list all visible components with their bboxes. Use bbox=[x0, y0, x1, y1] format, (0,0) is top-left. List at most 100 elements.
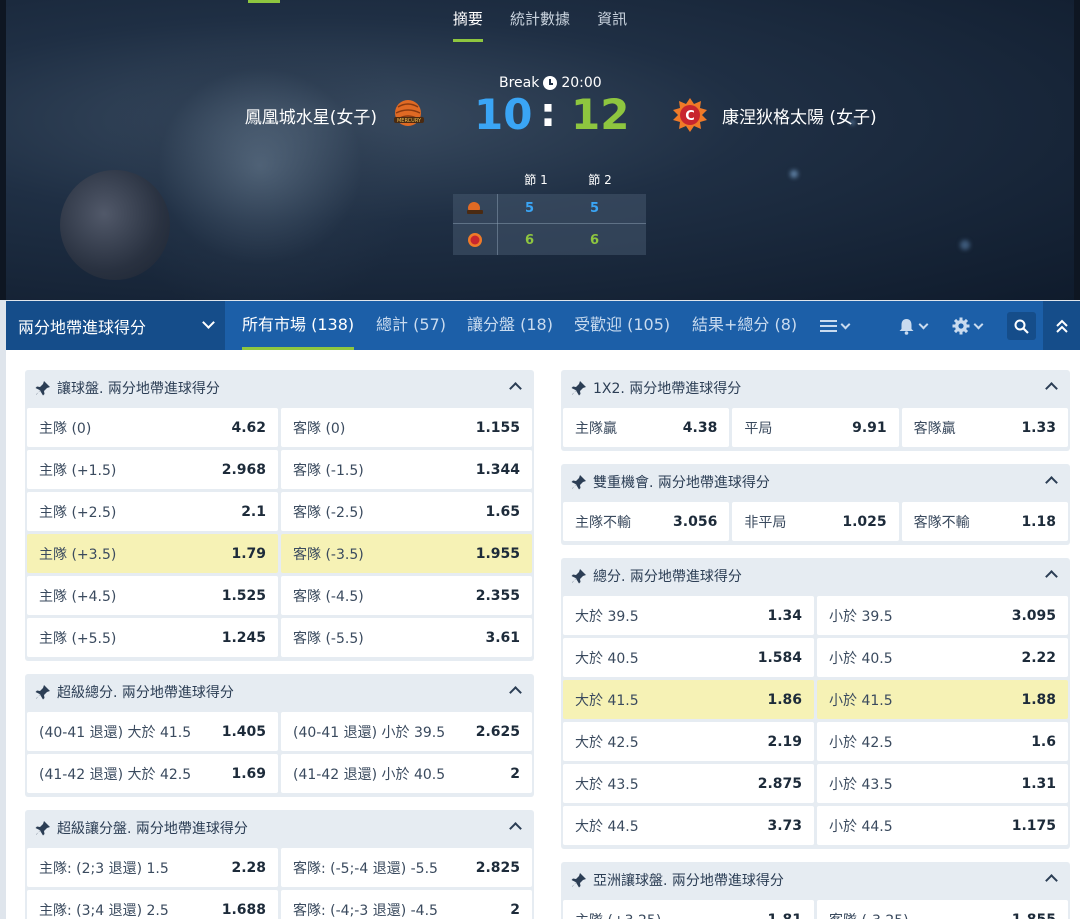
odds-value: 2.1 bbox=[241, 503, 266, 520]
odds-value: 1.855 bbox=[1012, 912, 1056, 919]
away-mini-logo-icon bbox=[468, 233, 482, 247]
collapse-button[interactable] bbox=[1043, 301, 1080, 350]
odds-button[interactable]: 非平局 1.025 bbox=[732, 502, 899, 541]
odds-button[interactable]: 客隊 (-4.5) 2.355 bbox=[281, 576, 532, 615]
pin-icon[interactable] bbox=[35, 820, 51, 836]
clock-icon bbox=[543, 76, 558, 90]
odds-button[interactable]: 客隊 (-2.5) 1.65 bbox=[281, 492, 532, 531]
odds-value: 2.625 bbox=[475, 723, 520, 740]
odds-button[interactable]: 主隊 (+5.5) 1.245 bbox=[27, 618, 278, 657]
odds-button[interactable]: 大於 42.5 2.19 bbox=[563, 722, 814, 761]
market-dropdown[interactable]: 兩分地帶進球得分 bbox=[6, 301, 225, 350]
odds-value: 2 bbox=[510, 901, 520, 918]
odds-button[interactable]: 客隊 (-3.25) 1.855 bbox=[817, 900, 1068, 919]
odds-button[interactable]: (41-42 退還) 大於 42.5 1.69 bbox=[27, 754, 278, 793]
tab-totals[interactable]: 總計 (57) bbox=[376, 301, 446, 350]
list-view-button[interactable] bbox=[820, 315, 851, 337]
pin-icon[interactable] bbox=[35, 684, 51, 700]
odds-button[interactable]: 客隊 (-1.5) 1.344 bbox=[281, 450, 532, 489]
market-panel-header[interactable]: 總分. 兩分地帶進球得分 bbox=[561, 558, 1070, 594]
odds-button[interactable]: 客隊 (-5.5) 3.61 bbox=[281, 618, 532, 657]
odds-button[interactable]: 大於 44.5 3.73 bbox=[563, 806, 814, 845]
pin-icon[interactable] bbox=[571, 380, 587, 396]
tab-all-markets[interactable]: 所有市場 (138) bbox=[242, 301, 355, 350]
odds-button[interactable]: (40-41 退還) 小於 39.5 2.625 bbox=[281, 712, 532, 751]
odds-button[interactable]: 小於 39.5 3.095 bbox=[817, 596, 1068, 635]
tab-statistics[interactable]: 統計數據 bbox=[510, 8, 570, 39]
quarter-1-header: 節 1 bbox=[524, 173, 548, 187]
pin-icon[interactable] bbox=[571, 872, 587, 888]
selection-label: 客隊 (-4.5) bbox=[293, 588, 364, 605]
settings-button[interactable] bbox=[952, 315, 984, 337]
odds-value: 1.18 bbox=[1021, 513, 1056, 530]
odds-button[interactable]: 主隊: (2;3 退還) 1.5 2.28 bbox=[27, 848, 278, 887]
odds-button[interactable]: 平局 9.91 bbox=[732, 408, 899, 447]
tab-info[interactable]: 資訊 bbox=[597, 8, 627, 39]
chevron-up-icon[interactable] bbox=[509, 382, 522, 395]
odds-button[interactable]: 客隊不輸 1.18 bbox=[901, 502, 1068, 541]
market-panel-header[interactable]: 超級總分. 兩分地帶進球得分 bbox=[25, 674, 534, 710]
odds-button[interactable]: 客隊贏 1.33 bbox=[901, 408, 1068, 447]
market-panel-header[interactable]: 超級讓分盤. 兩分地帶進球得分 bbox=[25, 810, 534, 846]
chevron-up-icon[interactable] bbox=[1045, 476, 1058, 489]
odds-button[interactable]: 客隊: (-5;-4 退還) -5.5 2.825 bbox=[281, 848, 532, 887]
odds-button[interactable]: 小於 40.5 2.22 bbox=[817, 638, 1068, 677]
market-panel-header[interactable]: 1X2. 兩分地帶進球得分 bbox=[561, 370, 1070, 406]
odds-button[interactable]: 小於 44.5 1.175 bbox=[817, 806, 1068, 845]
chevron-up-icon[interactable] bbox=[509, 686, 522, 699]
odds-button[interactable]: 大於 40.5 1.584 bbox=[563, 638, 814, 677]
odds-button[interactable]: 主隊不輸 3.056 bbox=[563, 502, 730, 541]
match-status: Break 20:00 bbox=[499, 75, 602, 91]
market-panel-header[interactable]: 讓球盤. 兩分地帶進球得分 bbox=[25, 370, 534, 406]
chevron-up-icon[interactable] bbox=[1045, 570, 1058, 583]
home-quarter-row: 5 5 bbox=[453, 194, 646, 224]
odds-button[interactable]: 主隊 (+3.5) 1.79 bbox=[27, 534, 278, 573]
odds-button[interactable]: 小於 41.5 1.88 bbox=[817, 680, 1068, 719]
odds-button[interactable]: 主隊: (3;4 退還) 2.5 1.688 bbox=[27, 890, 278, 919]
market-title: 讓球盤. 兩分地帶進球得分 bbox=[57, 381, 220, 397]
odds-button[interactable]: 主隊 (0) 4.62 bbox=[27, 408, 278, 447]
chevron-up-icon[interactable] bbox=[1045, 382, 1058, 395]
tab-handicap[interactable]: 讓分盤 (18) bbox=[467, 301, 553, 350]
pin-icon[interactable] bbox=[571, 474, 587, 490]
tab-popular[interactable]: 受歡迎 (105) bbox=[574, 301, 670, 350]
selection-label: 主隊 (0) bbox=[39, 420, 92, 437]
home-team-logo-icon: MERCURY bbox=[394, 100, 424, 126]
odds-value: 3.61 bbox=[485, 629, 520, 646]
odds-value: 3.095 bbox=[1011, 607, 1056, 624]
odds-button[interactable]: 小於 43.5 1.31 bbox=[817, 764, 1068, 803]
chevron-up-icon[interactable] bbox=[509, 822, 522, 835]
hero-background-ball bbox=[60, 170, 170, 280]
odds-value: 1.81 bbox=[767, 912, 802, 919]
odds-button[interactable]: (41-42 退還) 小於 40.5 2 bbox=[281, 754, 532, 793]
odds-button[interactable]: (40-41 退還) 大於 41.5 1.405 bbox=[27, 712, 278, 751]
pin-icon[interactable] bbox=[571, 568, 587, 584]
odds-button[interactable]: 主隊 (+3.25) 1.81 bbox=[563, 900, 814, 919]
odds-button[interactable]: 主隊 (+4.5) 1.525 bbox=[27, 576, 278, 615]
market-panel-header[interactable]: 雙重機會. 兩分地帶進球得分 bbox=[561, 464, 1070, 500]
odds-value: 1.79 bbox=[231, 545, 266, 562]
odds-button[interactable]: 客隊 (0) 1.155 bbox=[281, 408, 532, 447]
odds-button[interactable]: 主隊 (+2.5) 2.1 bbox=[27, 492, 278, 531]
market-panel: 雙重機會. 兩分地帶進球得分 主隊不輸 3.056 非平局 1.025 客隊不輸 1.18 bbox=[561, 464, 1070, 545]
odds-button[interactable]: 客隊 (-3.5) 1.955 bbox=[281, 534, 532, 573]
market-panel-header[interactable]: 亞洲讓球盤. 兩分地帶進球得分 bbox=[561, 862, 1070, 898]
pin-icon[interactable] bbox=[35, 380, 51, 396]
tab-result-total[interactable]: 結果+總分 (8) bbox=[692, 301, 797, 350]
odds-button[interactable]: 主隊 (+1.5) 2.968 bbox=[27, 450, 278, 489]
notifications-button[interactable] bbox=[898, 315, 929, 337]
odds-button[interactable]: 大於 39.5 1.34 bbox=[563, 596, 814, 635]
odds-value: 2.968 bbox=[221, 461, 266, 478]
odds-button[interactable]: 小於 42.5 1.6 bbox=[817, 722, 1068, 761]
odds-button[interactable]: 主隊贏 4.38 bbox=[563, 408, 730, 447]
score-separator: : bbox=[540, 90, 556, 136]
odds-button[interactable]: 大於 41.5 1.86 bbox=[563, 680, 814, 719]
search-button[interactable] bbox=[1007, 312, 1036, 340]
chevron-up-icon[interactable] bbox=[1045, 874, 1058, 887]
odds-button[interactable]: 客隊: (-4;-3 退還) -4.5 2 bbox=[281, 890, 532, 919]
odds-value: 2 bbox=[510, 765, 520, 782]
odds-button[interactable]: 大於 43.5 2.875 bbox=[563, 764, 814, 803]
odds-value: 1.65 bbox=[485, 503, 520, 520]
selection-label: 客隊: (-5;-4 退還) -5.5 bbox=[293, 860, 438, 877]
tab-summary[interactable]: 摘要 bbox=[452, 8, 483, 42]
